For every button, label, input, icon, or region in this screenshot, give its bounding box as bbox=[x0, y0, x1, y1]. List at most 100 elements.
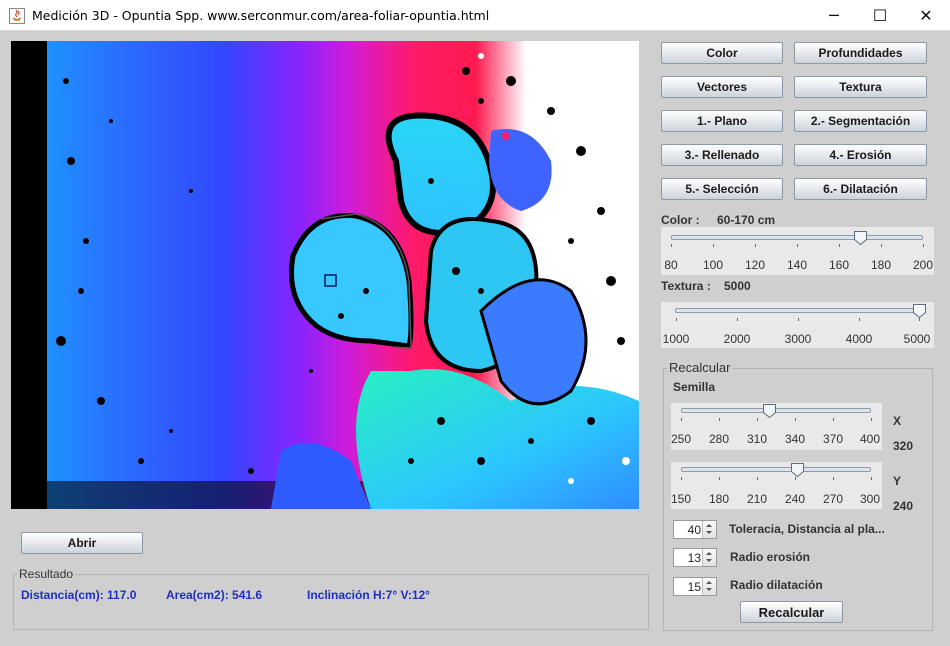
tick-label: 5000 bbox=[903, 332, 931, 346]
tick-label: 160 bbox=[828, 258, 850, 272]
resultado-group bbox=[13, 574, 649, 630]
slider-tick bbox=[681, 477, 682, 480]
tolerancia-value: 40 bbox=[687, 523, 701, 537]
dilatacion-spinner[interactable]: 15 bbox=[673, 577, 717, 596]
profundidades-button[interactable]: Profundidades bbox=[794, 42, 927, 64]
minimize-button[interactable]: ─ bbox=[811, 0, 857, 31]
slider-tick bbox=[833, 418, 834, 421]
spinner-up-icon[interactable] bbox=[706, 552, 712, 555]
spinner-arrows[interactable] bbox=[702, 549, 716, 566]
textura-slider-track bbox=[675, 308, 921, 313]
slider-tick bbox=[881, 244, 882, 247]
segmentacion-button[interactable]: 2.- Segmentación bbox=[794, 110, 927, 132]
semilla-x-slider[interactable]: 250 280 310 340 370 400 bbox=[671, 403, 882, 450]
slider-tick bbox=[923, 244, 924, 247]
semilla-label: Semilla bbox=[673, 380, 716, 394]
dilatacion-value: 15 bbox=[687, 580, 701, 594]
spinner-up-icon[interactable] bbox=[706, 524, 712, 527]
slider-tick bbox=[798, 318, 799, 321]
semilla-x-axis-label: X bbox=[893, 414, 902, 428]
tick-label: 100 bbox=[702, 258, 724, 272]
tick-label: 240 bbox=[784, 492, 806, 506]
seleccion-button[interactable]: 5.- Selección bbox=[661, 178, 783, 200]
maximize-icon: ☐ bbox=[872, 6, 888, 25]
erosion-label: Radio erosión bbox=[730, 550, 811, 564]
slider-tick bbox=[859, 318, 860, 321]
semilla-x-track bbox=[681, 408, 871, 413]
plano-button[interactable]: 1.- Plano bbox=[661, 110, 783, 132]
semilla-y-thumb[interactable] bbox=[791, 463, 804, 477]
vectores-button[interactable]: Vectores bbox=[661, 76, 783, 98]
minimize-icon: ─ bbox=[829, 6, 839, 25]
color-button[interactable]: Color bbox=[661, 42, 783, 64]
spinner-arrows[interactable] bbox=[702, 521, 716, 538]
erosion-value: 13 bbox=[687, 551, 701, 565]
tick-label: 300 bbox=[859, 492, 881, 506]
spinner-arrows[interactable] bbox=[702, 578, 716, 595]
slider-tick bbox=[755, 244, 756, 247]
tick-label: 140 bbox=[786, 258, 808, 272]
depth-map-image bbox=[11, 41, 639, 509]
slider-tick bbox=[919, 318, 920, 321]
semilla-y-axis-label: Y bbox=[893, 474, 902, 488]
color-slider[interactable]: 80 100 120 140 160 180 200 bbox=[661, 227, 934, 275]
tick-label: 180 bbox=[708, 492, 730, 506]
erosion-button[interactable]: 4.- Erosión bbox=[794, 144, 927, 166]
textura-button[interactable]: Textura bbox=[794, 76, 927, 98]
semilla-y-track bbox=[681, 467, 871, 472]
maximize-button[interactable]: ☐ bbox=[857, 0, 903, 31]
spinner-up-icon[interactable] bbox=[706, 581, 712, 584]
rellenado-button[interactable]: 3.- Rellenado bbox=[661, 144, 783, 166]
tick-label: 1000 bbox=[662, 332, 690, 346]
slider-tick bbox=[719, 418, 720, 421]
slider-tick bbox=[871, 418, 872, 421]
slider-tick bbox=[681, 418, 682, 421]
erosion-spinner[interactable]: 13 bbox=[673, 548, 717, 567]
slider-tick bbox=[757, 477, 758, 480]
slider-tick bbox=[871, 477, 872, 480]
tick-label: 180 bbox=[870, 258, 892, 272]
color-range-value: 60-170 cm bbox=[717, 213, 776, 227]
window-title: Medición 3D - Opuntia Spp. www.serconmur… bbox=[32, 8, 490, 23]
textura-value: 5000 bbox=[724, 279, 751, 293]
tick-label: 80 bbox=[664, 258, 678, 272]
depth-image-panel[interactable] bbox=[11, 41, 639, 509]
tolerancia-label: Toleracia, Distancia al pla... bbox=[729, 522, 885, 536]
area-result: Area(cm2): 541.6 bbox=[166, 588, 263, 602]
tick-label: 310 bbox=[746, 432, 768, 446]
spinner-down-icon[interactable] bbox=[706, 588, 712, 591]
abrir-button[interactable]: Abrir bbox=[21, 532, 143, 554]
distancia-result: Distancia(cm): 117.0 bbox=[21, 588, 137, 602]
dilatacion-button[interactable]: 6.- Dilatación bbox=[794, 178, 927, 200]
tick-label: 120 bbox=[744, 258, 766, 272]
slider-tick bbox=[795, 477, 796, 480]
tick-label: 280 bbox=[708, 432, 730, 446]
semilla-y-slider[interactable]: 150 180 210 240 270 300 bbox=[671, 462, 882, 509]
semilla-y-value: 240 bbox=[893, 499, 914, 513]
tick-label: 2000 bbox=[723, 332, 751, 346]
resultado-title: Resultado bbox=[17, 567, 76, 581]
inclinacion-result: Inclinación H:7° V:12° bbox=[307, 588, 430, 602]
java-app-icon bbox=[9, 8, 25, 24]
slider-tick bbox=[797, 244, 798, 247]
semilla-x-thumb[interactable] bbox=[763, 404, 776, 418]
slider-tick bbox=[839, 244, 840, 247]
slider-tick bbox=[671, 244, 672, 247]
textura-slider[interactable]: 1000 2000 3000 4000 5000 bbox=[661, 302, 934, 348]
spinner-down-icon[interactable] bbox=[706, 531, 712, 534]
tick-label: 4000 bbox=[845, 332, 873, 346]
color-slider-track bbox=[671, 235, 923, 240]
tolerancia-spinner[interactable]: 40 bbox=[673, 520, 717, 539]
close-button[interactable]: ✕ bbox=[903, 0, 949, 31]
tick-label: 270 bbox=[822, 492, 844, 506]
tick-label: 3000 bbox=[784, 332, 812, 346]
title-bar: Medición 3D - Opuntia Spp. www.serconmur… bbox=[0, 0, 950, 31]
recalcular-button[interactable]: Recalcular bbox=[740, 601, 843, 623]
slider-tick bbox=[795, 418, 796, 421]
color-slider-thumb[interactable] bbox=[854, 231, 867, 245]
tick-label: 370 bbox=[822, 432, 844, 446]
slider-tick bbox=[737, 318, 738, 321]
textura-slider-thumb[interactable] bbox=[913, 304, 926, 318]
slider-tick bbox=[757, 418, 758, 421]
spinner-down-icon[interactable] bbox=[706, 559, 712, 562]
